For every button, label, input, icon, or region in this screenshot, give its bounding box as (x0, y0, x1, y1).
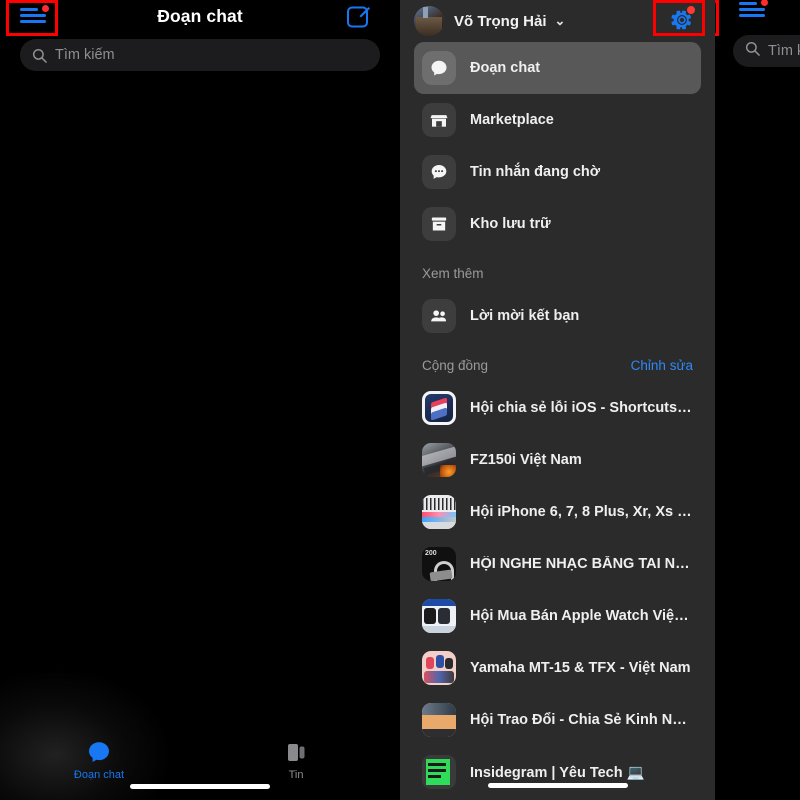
community-name: Hội Trao Đổi - Chia Sẻ Kinh Nghi... (470, 712, 693, 728)
tab-stories[interactable]: Tin (251, 738, 341, 781)
avatar[interactable] (414, 6, 444, 36)
screenshot-root: Đoạn chat Tìm kiếm Đoạn chat Tin Võ Trọn… (0, 0, 800, 800)
list-item[interactable]: Hội Mua Bán Apple Watch Việt N... (414, 590, 701, 642)
drawer-item-marketplace[interactable]: Marketplace (414, 94, 701, 146)
menu-notification-badge (761, 0, 768, 6)
search-icon (745, 41, 760, 61)
drawer-panel: Võ Trọng Hải ⌄ Đoạn chat Marketplace Tin… (400, 0, 715, 800)
drawer-item-chats[interactable]: Đoạn chat (414, 42, 701, 94)
community-avatar (422, 599, 456, 633)
community-name: Hội chia sẻ lỗi iOS - Shortcuts (P... (470, 400, 693, 416)
community-avatar (422, 651, 456, 685)
drawer-item-label: Lời mời kết bạn (470, 308, 580, 324)
section-title: Xem thêm (422, 265, 484, 281)
list-item[interactable]: Hội iPhone 6, 7, 8 Plus, Xr, Xs M... (414, 486, 701, 538)
list-item[interactable]: Insidegram | Yêu Tech 💻 (414, 746, 701, 798)
right-phone-panel: Tìm k (715, 0, 800, 800)
list-item[interactable]: Hội chia sẻ lỗi iOS - Shortcuts (P... (414, 382, 701, 434)
community-avatar: 200 (422, 547, 456, 581)
tab-chats[interactable]: Đoạn chat (54, 738, 144, 781)
stories-icon (251, 738, 341, 766)
drawer-item-archive[interactable]: Kho lưu trữ (414, 198, 701, 250)
community-name: Hội Mua Bán Apple Watch Việt N... (470, 608, 693, 624)
chat-bubble-icon (54, 738, 144, 766)
chat-bubble-icon (422, 51, 456, 85)
hamburger-menu-icon (20, 5, 49, 25)
hamburger-menu-button[interactable] (8, 0, 58, 33)
community-avatar (422, 495, 456, 529)
community-avatar (422, 443, 456, 477)
list-item[interactable]: Hội Trao Đổi - Chia Sẻ Kinh Nghi... (414, 694, 701, 746)
settings-button[interactable] (667, 5, 697, 35)
drawer-item-label: Tin nhắn đang chờ (470, 164, 601, 180)
community-name: Yamaha MT-15 & TFX - Việt Nam (470, 660, 691, 676)
home-indicator (487, 783, 628, 788)
settings-notification-badge (687, 6, 695, 14)
community-name: Insidegram | Yêu Tech 💻 (470, 764, 645, 781)
compose-new-message-button[interactable] (346, 3, 372, 29)
section-header-more: Xem thêm (414, 256, 701, 290)
list-item[interactable]: Yamaha MT-15 & TFX - Việt Nam (414, 642, 701, 694)
hamburger-menu-button[interactable] (739, 0, 768, 20)
left-panel-header: Đoạn chat (0, 0, 400, 36)
drawer-item-label: Marketplace (470, 112, 554, 128)
search-input[interactable]: Tìm kiếm (20, 39, 380, 71)
message-requests-icon (422, 155, 456, 189)
profile-name[interactable]: Võ Trọng Hải (454, 13, 547, 30)
search-placeholder: Tìm kiếm (55, 47, 115, 63)
search-placeholder: Tìm k (768, 43, 800, 59)
community-name: Hội iPhone 6, 7, 8 Plus, Xr, Xs M... (470, 504, 693, 520)
left-phone-panel: Đoạn chat Tìm kiếm Đoạn chat Tin (0, 0, 400, 800)
community-avatar (422, 755, 456, 789)
tab-stories-label: Tin (288, 769, 304, 781)
chevron-down-icon[interactable]: ⌄ (555, 13, 566, 29)
drawer-item-message-requests[interactable]: Tin nhắn đang chờ (414, 146, 701, 198)
community-name: FZ150i Việt Nam (470, 452, 582, 468)
list-item[interactable]: FZ150i Việt Nam (414, 434, 701, 486)
menu-notification-badge (42, 5, 49, 12)
bottom-tab-bar: Đoạn chat Tin (0, 722, 400, 800)
search-input[interactable]: Tìm k (733, 35, 800, 67)
drawer-item-label: Kho lưu trữ (470, 216, 551, 232)
home-indicator (130, 784, 270, 789)
marketplace-storefront-icon (422, 103, 456, 137)
compose-new-message-icon (347, 6, 370, 28)
drawer-item-friend-requests[interactable]: Lời mời kết bạn (414, 290, 701, 342)
tab-chats-label: Đoạn chat (73, 769, 125, 781)
drawer-scroll-area[interactable]: Đoạn chat Marketplace Tin nhắn đang chờ … (400, 42, 715, 800)
friend-requests-people-icon (422, 299, 456, 333)
list-item[interactable]: 200 HỘI NGHE NHẠC BẰNG TAI NGH... (414, 538, 701, 590)
drawer-header: Võ Trọng Hải ⌄ (400, 0, 715, 42)
archive-box-icon (422, 207, 456, 241)
section-header-community: Cộng đồng Chỉnh sửa (414, 348, 701, 382)
community-name: HỘI NGHE NHẠC BẰNG TAI NGH... (470, 556, 693, 572)
search-icon (32, 48, 47, 63)
community-avatar (422, 703, 456, 737)
page-title: Đoạn chat (157, 6, 243, 26)
section-title: Cộng đồng (422, 357, 489, 373)
community-avatar (422, 391, 456, 425)
right-highlight-box-edge (715, 0, 719, 36)
drawer-item-label: Đoạn chat (470, 60, 541, 76)
edit-communities-link[interactable]: Chỉnh sửa (631, 358, 693, 373)
